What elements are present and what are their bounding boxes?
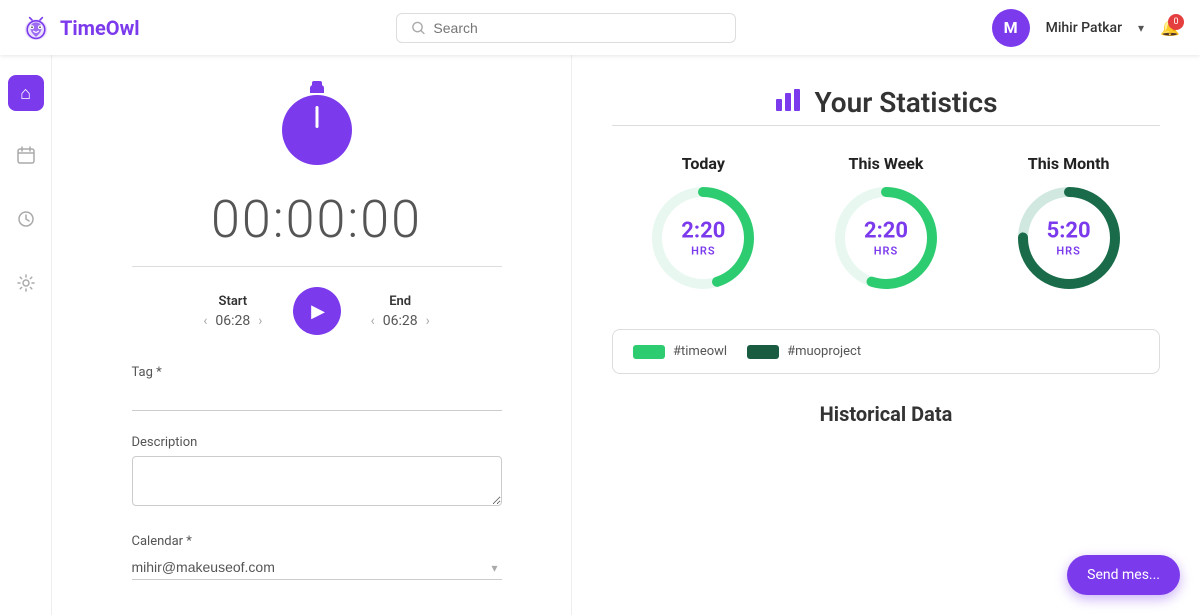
chevron-down-icon[interactable]: ▾ [1138,21,1144,35]
stat-month-value: 5:20 [1047,218,1091,244]
stat-today-unit: HRS [681,245,725,258]
description-field-group: Description [132,435,502,510]
timer-divider [132,266,502,267]
play-button[interactable]: ▶ [293,287,341,335]
stat-today-value: 2:20 [681,218,725,244]
notification-badge: 0 [1168,14,1184,30]
chat-label: Send mes... [1087,567,1160,583]
end-time-value: 06:28 [383,313,418,329]
start-label: Start [219,294,248,309]
legend-item-muoproject: #muoproject [747,344,861,359]
legend-color-timeowl [633,345,665,359]
stat-month-circle: 5:20 HRS [1014,183,1124,293]
timer-display: 00:00:00 [211,189,422,250]
historical-data-title: Historical Data [612,402,1160,426]
sidebar-item-home[interactable]: ⌂ [8,75,44,111]
legend-box: #timeowl #muoproject [612,329,1160,374]
start-next-btn[interactable]: › [258,313,262,329]
calendar-select[interactable]: mihir@makeuseof.com [132,555,502,580]
legend-label-timeowl: #timeowl [673,344,727,359]
legend-label-muoproject: #muoproject [787,344,861,359]
legend-item-timeowl: #timeowl [633,344,727,359]
start-prev-btn[interactable]: ‹ [203,313,207,329]
time-controls: Start ‹ 06:28 › ▶ End ‹ [203,287,430,335]
stat-week-value: 2:20 [864,218,908,244]
end-label: End [389,294,411,309]
tag-field-group: Tag * [132,365,502,411]
timer-form: Tag * Description Calendar * mihir@makeu… [132,365,502,604]
stat-week-circle: 2:20 HRS [831,183,941,293]
left-panel: 00:00:00 Start ‹ 06:28 › ▶ [52,55,572,615]
avatar[interactable]: M [992,9,1030,47]
stat-today: Today 2:20 HRS [648,154,758,293]
nav-right: M Mihir Patkar ▾ 🔔 0 [992,9,1180,47]
start-time-value: 06:28 [215,313,250,329]
stats-divider [612,125,1160,126]
tag-label: Tag * [132,365,502,380]
stats-header: Your Statistics [612,85,1160,119]
top-nav: TimeOwl M Mihir Patkar ▾ 🔔 0 [0,0,1200,55]
stat-week-label: This Week [849,154,924,173]
logo-icon [20,12,52,44]
calendar-field-group: Calendar * mihir@makeuseof.com ▾ [132,534,502,580]
sidebar-item-calendar[interactable] [8,139,44,175]
stat-week-unit: HRS [864,245,908,258]
settings-icon [17,274,35,297]
stat-today-circle: 2:20 HRS [648,183,758,293]
calendar-icon [17,146,35,169]
stat-month-unit: HRS [1047,245,1091,258]
home-icon: ⌂ [20,83,31,104]
search-bar[interactable] [396,13,736,43]
logo: TimeOwl [20,12,140,44]
start-field: Start ‹ 06:28 › [203,294,262,329]
main-content: 00:00:00 Start ‹ 06:28 › ▶ [52,55,1200,615]
sidebar-item-settings[interactable] [8,267,44,303]
right-panel: Your Statistics Today 2:20 HRS [572,55,1200,615]
end-next-btn[interactable]: › [426,313,430,329]
search-input[interactable] [433,20,720,36]
notification-bell[interactable]: 🔔 0 [1160,18,1180,37]
tag-input[interactable] [132,386,502,411]
main-layout: ⌂ [0,55,1200,615]
calendar-select-wrapper: mihir@makeuseof.com ▾ [132,555,502,580]
stat-month: This Month 5:20 HRS [1014,154,1124,293]
description-label: Description [132,435,502,450]
play-icon: ▶ [311,301,325,322]
user-name: Mihir Patkar [1046,20,1122,36]
sidebar-item-history[interactable] [8,203,44,239]
legend-color-muoproject [747,345,779,359]
stat-circles: Today 2:20 HRS This Week [612,154,1160,293]
calendar-label: Calendar * [132,534,502,549]
history-icon [17,210,35,233]
app-name: TimeOwl [60,16,140,40]
chat-button[interactable]: Send mes... [1067,555,1180,595]
sidebar: ⌂ [0,55,52,615]
stat-month-label: This Month [1028,154,1110,173]
stat-week: This Week 2:20 HRS [831,154,941,293]
stats-title: Your Statistics [814,86,997,119]
clock-icon [282,95,352,169]
search-icon [411,20,426,36]
timer-section: 00:00:00 Start ‹ 06:28 › ▶ [112,85,521,604]
description-textarea[interactable] [132,456,502,506]
stat-today-label: Today [682,154,725,173]
stats-bar-icon [774,85,802,119]
end-prev-btn[interactable]: ‹ [371,313,375,329]
end-field: End ‹ 06:28 › [371,294,430,329]
